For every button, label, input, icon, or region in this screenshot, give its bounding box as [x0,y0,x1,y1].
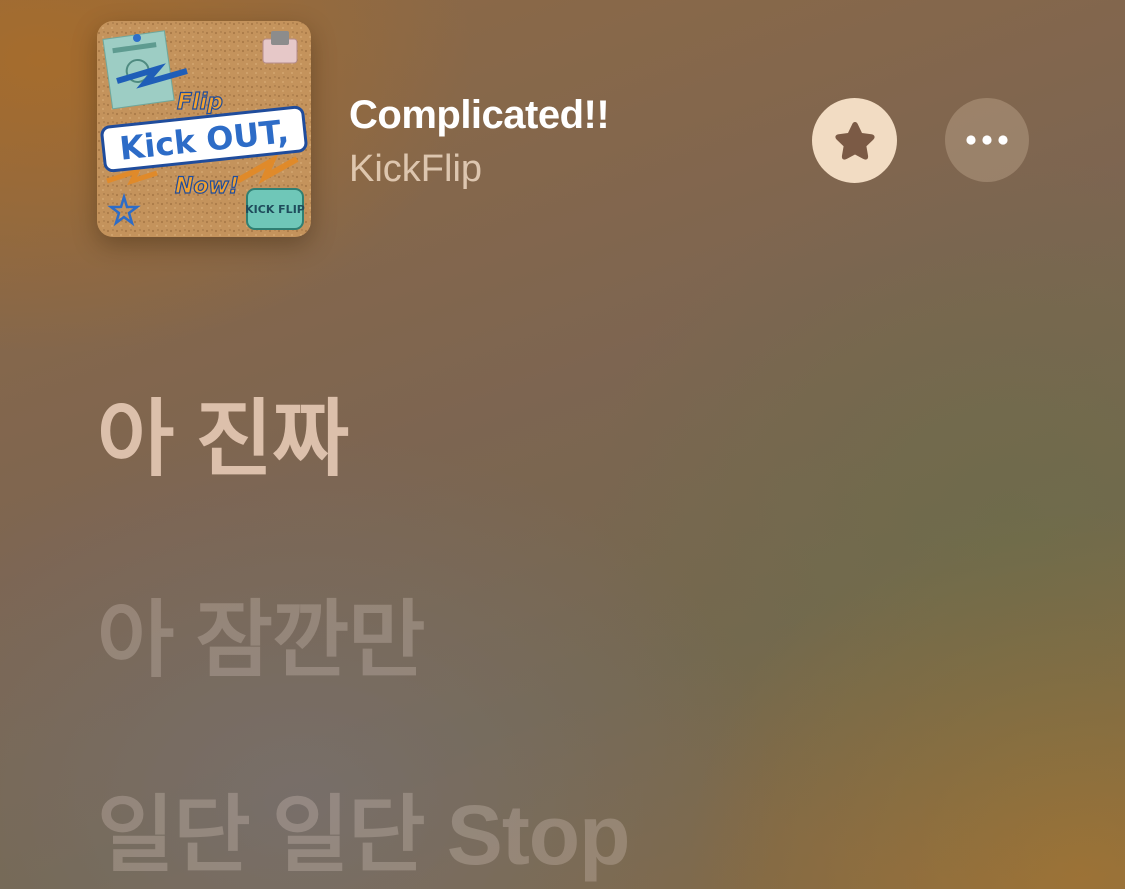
art-badge: KICK FLIP [245,203,305,216]
art-text-flip: Flip [177,90,223,115]
favorite-button[interactable] [812,98,897,183]
lyric-line-active[interactable]: 아 진짜 [97,372,349,493]
more-options-button[interactable] [945,98,1029,182]
album-art-icon: Flip Kick OUT, Now! KICK FLIP [97,21,311,237]
art-text-now: Now! [175,174,239,199]
song-title: Complicated!! [349,93,610,137]
ellipsis-icon [966,135,1008,145]
star-icon [834,121,875,160]
album-artwork[interactable]: Flip Kick OUT, Now! KICK FLIP [97,21,311,237]
artist-name[interactable]: KickFlip [349,148,482,191]
lyric-line[interactable]: 아 잠깐만 [97,573,425,694]
lyric-line[interactable]: 일단 일단 Stop [97,768,630,889]
